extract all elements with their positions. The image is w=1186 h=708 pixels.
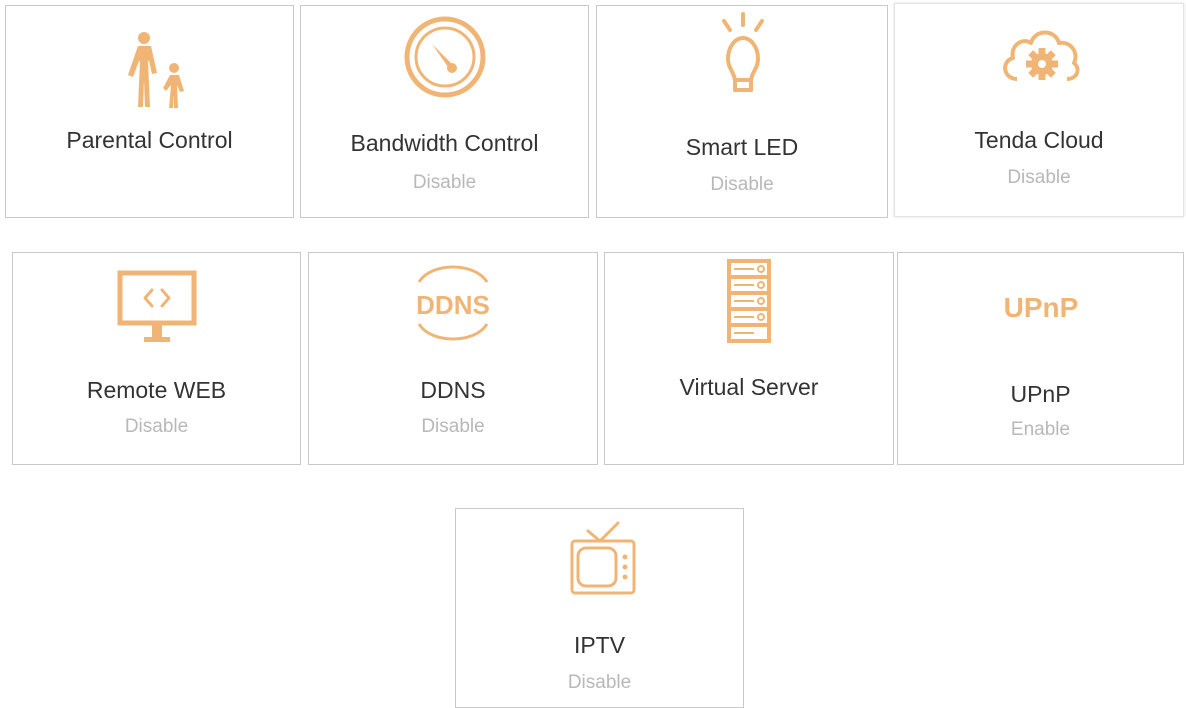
tile-title: Smart LED (685, 134, 799, 160)
tile-iptv[interactable]: IPTV Disable (455, 508, 744, 708)
tile-title: DDNS (420, 377, 486, 403)
cloud-gear-icon (895, 9, 1183, 99)
tile-status: Disable (1007, 167, 1071, 188)
ddns-icon-text: DDNS (416, 290, 490, 320)
tile-bandwidth-control[interactable]: Bandwidth Control Disable (300, 5, 589, 218)
tile-title: Bandwidth Control (350, 130, 539, 156)
tile-ddns[interactable]: DDNS DDNS Disable (308, 252, 598, 465)
tv-icon (456, 513, 743, 603)
upnp-icon: UPnP (898, 257, 1183, 347)
upnp-icon-text: UPnP (1003, 292, 1078, 323)
tile-title: Virtual Server (679, 374, 819, 400)
tile-status: Disable (124, 416, 189, 437)
tile-parental-control[interactable]: Parental Control (5, 5, 294, 218)
tile-title: UPnP (1010, 381, 1071, 407)
tile-title: Parental Control (66, 127, 233, 153)
parent-child-icon (6, 26, 293, 116)
tile-status: Disable (710, 174, 774, 195)
tile-tenda-cloud[interactable]: Tenda Cloud Disable (894, 3, 1184, 217)
speedometer-icon (301, 11, 588, 101)
tile-title: Remote WEB (86, 377, 227, 403)
tile-virtual-server[interactable]: Virtual Server (604, 252, 894, 465)
monitor-code-icon (13, 257, 300, 347)
ddns-icon: DDNS (309, 258, 597, 348)
tile-status: Disable (412, 172, 477, 193)
tile-upnp[interactable]: UPnP UPnP Enable (897, 252, 1184, 465)
tile-smart-led[interactable]: Smart LED Disable (596, 5, 888, 218)
tile-remote-web[interactable]: Remote WEB Disable (12, 252, 301, 465)
tile-title: IPTV (573, 632, 626, 658)
tile-status: Disable (567, 672, 632, 693)
tile-status: Disable (421, 416, 485, 437)
lightbulb-icon (597, 8, 887, 98)
tile-status: Enable (1010, 419, 1071, 440)
tile-title: Tenda Cloud (974, 127, 1104, 153)
server-rack-icon (605, 255, 893, 345)
